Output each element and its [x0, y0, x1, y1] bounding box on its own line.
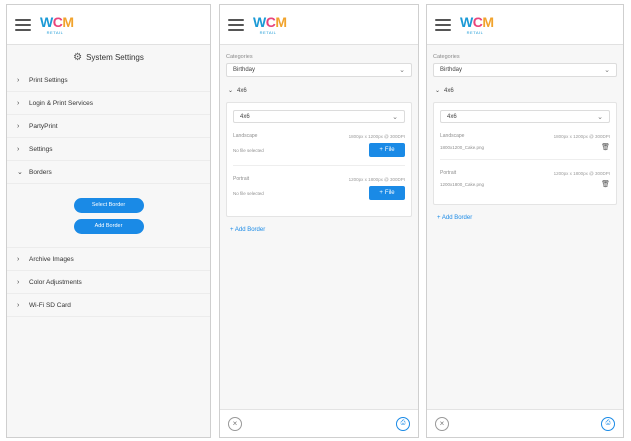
plus-icon: + [379, 190, 383, 196]
chevron-right-icon: › [17, 145, 20, 153]
save-icon[interactable]: ⎙ [601, 416, 615, 431]
menu-item-login-print-services[interactable]: › Login & Print Services [7, 92, 210, 115]
chevron-right-icon: › [17, 122, 20, 130]
gear-icon: ⚙ [73, 52, 83, 63]
trash-icon[interactable]: 🗑 [601, 180, 610, 188]
chevron-down-icon: ⌄ [228, 88, 234, 94]
trash-icon[interactable]: 🗑 [601, 143, 610, 151]
menu-item-borders[interactable]: ⌄ Borders [7, 161, 210, 184]
file-upload-button[interactable]: + File [369, 186, 405, 200]
menu-icon[interactable] [435, 18, 451, 31]
chevron-right-icon: › [17, 76, 20, 84]
chevron-right-icon: › [17, 301, 20, 309]
chevron-down-icon: ⌄ [392, 113, 398, 121]
panel-footer: × ⎙ [220, 409, 418, 437]
file-status: No file selected [233, 147, 264, 153]
app-header: WCM RETAIL [427, 5, 623, 45]
menu-item-print-settings[interactable]: › Print Settings [7, 69, 210, 92]
wcm-logo: WCM RETAIL [460, 13, 494, 35]
menu-item-wifi-sd-card[interactable]: › Wi-Fi SD Card [7, 294, 210, 317]
plus-icon: + [230, 227, 234, 233]
file-upload-button[interactable]: + File [369, 143, 405, 157]
add-border-panel-filled: WCM RETAIL Categories Birthday ⌄ ⌄ 4x6 4… [426, 4, 624, 438]
chevron-right-icon: › [17, 278, 20, 286]
menu-icon[interactable] [15, 18, 31, 31]
menu-icon[interactable] [228, 18, 244, 31]
size-select[interactable]: 4x6 ⌄ [233, 110, 405, 123]
file-status: No file selected [233, 190, 264, 196]
category-select[interactable]: Birthday ⌄ [433, 63, 617, 77]
chevron-down-icon: ⌄ [597, 113, 603, 121]
chevron-right-icon: › [17, 99, 20, 107]
add-border-link[interactable]: + Add Border [433, 205, 617, 231]
app-header: WCM RETAIL [7, 5, 210, 45]
add-border-button[interactable]: Add Border [73, 218, 144, 234]
category-select[interactable]: Birthday ⌄ [226, 63, 412, 77]
system-settings-panel: WCM RETAIL ⚙ System Settings › Print Set… [6, 4, 211, 438]
chevron-down-icon: ⌄ [435, 88, 441, 94]
add-border-link[interactable]: + Add Border [226, 217, 412, 243]
page-title: ⚙ System Settings [73, 52, 144, 63]
menu-item-color-adjustments[interactable]: › Color Adjustments [7, 271, 210, 294]
category-label: Categories [226, 54, 253, 60]
chevron-down-icon: ⌄ [604, 67, 610, 74]
menu-item-settings[interactable]: › Settings [7, 138, 210, 161]
close-icon[interactable]: × [435, 416, 449, 431]
landscape-slot: Landscape 1800px x 1200px @ 300DPI 1800x… [440, 133, 610, 160]
size-group-header[interactable]: ⌄ 4x6 [433, 77, 617, 102]
app-header: WCM RETAIL [220, 5, 418, 45]
size-group-header[interactable]: ⌄ 4x6 [226, 77, 412, 102]
border-card: 4x6 ⌄ Landscape 1800px x 1200px @ 300DPI… [226, 102, 412, 217]
plus-icon: + [437, 215, 441, 221]
plus-icon: + [379, 147, 383, 153]
menu-item-partyprint[interactable]: › PartyPrint [7, 115, 210, 138]
chevron-down-icon: ⌄ [17, 169, 23, 176]
wcm-logo: WCM RETAIL [253, 13, 287, 35]
landscape-slot: Landscape 1800px x 1200px @ 300DPI No fi… [233, 133, 405, 166]
portrait-slot: Portrait 1200px x 1800px @ 300DPI No fil… [233, 176, 405, 208]
select-border-button[interactable]: Select Border [73, 197, 144, 213]
wcm-logo: WCM RETAIL [40, 13, 74, 35]
portrait-slot: Portrait 1200px x 1800px @ 300DPI 1200x1… [440, 170, 610, 188]
border-card: 4x6 ⌄ Landscape 1800px x 1200px @ 300DPI… [433, 102, 617, 205]
close-icon[interactable]: × [228, 416, 242, 431]
size-select[interactable]: 4x6 ⌄ [440, 110, 610, 123]
file-name: 1800x1200_Cake.png [440, 144, 485, 150]
save-icon[interactable]: ⎙ [396, 416, 410, 431]
borders-section: Select Border Add Border [7, 184, 210, 248]
chevron-right-icon: › [17, 255, 20, 263]
file-name: 1200x1800_Cake.png [440, 181, 485, 187]
menu-item-archive-images[interactable]: › Archive Images [7, 248, 210, 271]
add-border-panel-empty: WCM RETAIL Categories Birthday ⌄ ⌄ 4x6 4… [219, 4, 419, 438]
settings-menu: › Print Settings › Login & Print Service… [7, 69, 210, 317]
chevron-down-icon: ⌄ [399, 67, 405, 74]
panel-footer: × ⎙ [427, 409, 623, 437]
category-label: Categories [433, 54, 460, 60]
